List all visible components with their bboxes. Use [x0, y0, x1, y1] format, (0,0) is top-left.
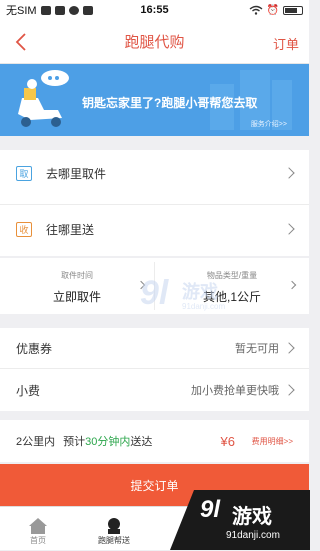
- app-icon: [40, 5, 51, 15]
- coupon-row[interactable]: 优惠券 暂无可用: [0, 328, 309, 368]
- tip-row[interactable]: 小费 加小费抢单更快哦: [0, 369, 309, 411]
- watermark-brand: 游戏: [182, 282, 218, 302]
- tab-home[interactable]: 首页: [8, 507, 68, 551]
- svg-text:9l: 9l: [140, 274, 170, 312]
- pickup-time-label: 取件时间: [61, 271, 93, 280]
- fee-details-link[interactable]: 费用明细>>: [252, 436, 293, 447]
- watermark-corner-mark: 9l: [200, 496, 221, 523]
- promo-banner[interactable]: 钥匙忘家里了?跑腿小哥帮您去取 服务介绍>>: [0, 64, 309, 136]
- delivery-label: 往哪里送: [46, 222, 95, 237]
- estimate-prefix: 预计: [63, 436, 86, 448]
- app-icon: [54, 5, 65, 15]
- tip-label: 小费: [16, 383, 41, 398]
- chevron-right-icon: [283, 384, 295, 396]
- status-right: ⏰: [249, 5, 303, 16]
- estimate-row: 2公里内 预计 30分钟内 送达 ¥6 费用明细>>: [0, 420, 309, 462]
- delivery-address-row[interactable]: 收 往哪里送: [0, 206, 309, 252]
- tip-value: 加小费抢单更快哦: [191, 385, 279, 397]
- carrier-group: 无SIM: [6, 2, 93, 18]
- banner-headline: 钥匙忘家里了?跑腿小哥帮您去取: [82, 96, 258, 110]
- pickup-label: 去哪里取件: [46, 166, 107, 181]
- alarm-icon: ⏰: [266, 4, 279, 16]
- top-nav: 跑腿代购 订单: [0, 20, 309, 64]
- tab-errand-label: 跑腿帮送: [98, 536, 130, 545]
- chevron-right-icon: [283, 342, 295, 354]
- carrier-text: 无SIM: [6, 5, 37, 17]
- watermark-logo-corner: 9l 游戏 91danji.com: [170, 490, 310, 550]
- pickup-tag: 取: [16, 165, 32, 181]
- service-intro-link[interactable]: 服务介绍>>: [251, 119, 287, 129]
- chevron-right-icon: [283, 223, 295, 235]
- watermark-logo: 9l 游戏 91danji.com: [140, 270, 250, 318]
- coupon-label: 优惠券: [16, 341, 53, 356]
- divider: [0, 204, 309, 205]
- tab-home-label: 首页: [30, 536, 46, 545]
- pickup-address-row[interactable]: 取 去哪里取件: [0, 150, 309, 196]
- delivery-tag: 收: [16, 221, 32, 237]
- pickup-time-option[interactable]: 取件时间 立即取件: [0, 258, 154, 314]
- app-icon: [68, 5, 79, 15]
- watermark-domain: 91danji.com: [182, 302, 226, 311]
- home-icon: [29, 518, 47, 534]
- back-icon[interactable]: [10, 30, 34, 54]
- wifi-icon: [249, 5, 262, 15]
- status-bar: 无SIM 16:55 ⏰: [0, 0, 309, 20]
- page-title: 跑腿代购: [124, 34, 185, 51]
- orders-link[interactable]: 订单: [273, 34, 299, 53]
- watermark-corner-brand: 游戏: [232, 506, 272, 528]
- coupon-value: 暂无可用: [235, 343, 279, 355]
- price-text: ¥6: [220, 433, 235, 449]
- pickup-time-value: 立即取件: [52, 290, 101, 304]
- estimate-suffix: 送达: [130, 436, 153, 448]
- duration-text: 30分钟内: [85, 436, 131, 448]
- chevron-right-icon: [283, 167, 295, 179]
- courier-icon: [108, 518, 120, 534]
- distance-text: 2公里内: [16, 436, 56, 448]
- watermark-corner-domain: 91danji.com: [226, 530, 280, 541]
- battery-icon: [283, 5, 303, 15]
- app-icon: [82, 5, 93, 15]
- tab-errand[interactable]: 跑腿帮送: [84, 507, 144, 551]
